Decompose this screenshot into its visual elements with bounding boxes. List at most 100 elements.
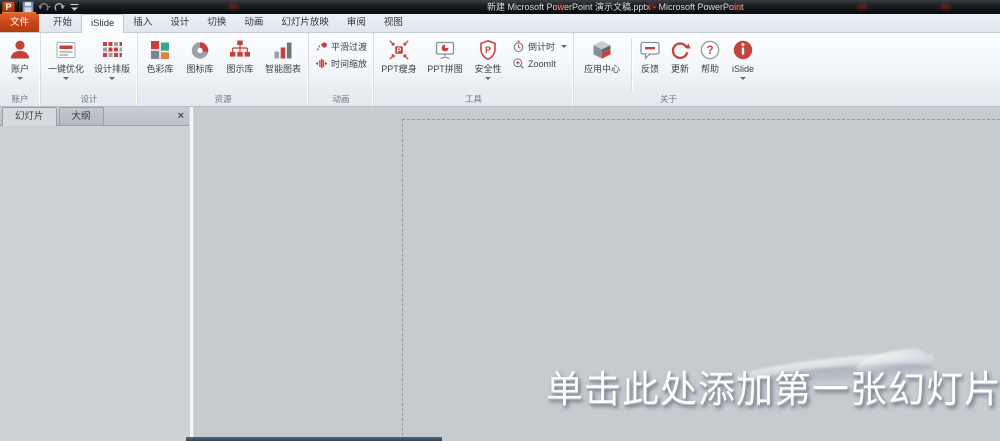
tab-islide[interactable]: iSlide — [81, 14, 125, 33]
tab-slideshow[interactable]: 幻灯片放映 — [272, 14, 338, 32]
user-icon — [8, 38, 32, 62]
button-label: 色彩库 — [146, 64, 174, 74]
panel-tab-bar: 幻灯片 大纲 × — [0, 107, 189, 126]
button-label: ZoomIt — [528, 58, 557, 69]
undo-button[interactable] — [37, 1, 51, 13]
smart-chart-icon — [271, 38, 295, 62]
ribbon-group-resources: 色彩库 图标库 图示库 智能图表 资源 — [137, 33, 308, 106]
redo-button[interactable] — [54, 1, 66, 13]
glass-artifact — [858, 3, 867, 10]
zoomit-button[interactable]: ZoomIt — [512, 57, 556, 70]
update-refresh-icon — [668, 38, 692, 62]
design-layout-icon — [100, 38, 124, 62]
tab-transitions[interactable]: 切换 — [198, 14, 235, 32]
security-shield-icon: P — [476, 38, 500, 62]
button-label: PPT瘦身 — [381, 64, 417, 74]
group-label-about: 关于 — [660, 94, 678, 104]
button-label: 一键优化 — [47, 64, 84, 74]
titlebar: P 新建 Microsoft PowerPoint 演示文稿.pptx - Mi… — [0, 0, 1000, 14]
countdown-clock-icon — [512, 40, 525, 53]
security-button[interactable]: P 安全性 — [468, 35, 508, 80]
diagram-library-icon — [228, 38, 252, 62]
group-inner-separator — [631, 38, 633, 91]
ribbon: 账户 账户 一键优化 设计排版 设计 色彩库 图标库 图示库 智能图表 资源 平… — [0, 33, 1000, 107]
app-center-button[interactable]: 应用中心 — [576, 35, 628, 75]
tab-file[interactable]: 文件 — [0, 14, 40, 32]
icon-library-button[interactable]: 图标库 — [180, 35, 220, 75]
glass-artifact — [556, 3, 565, 10]
svg-text:P: P — [397, 47, 402, 54]
dropdown-caret-icon — [485, 77, 492, 80]
panel-tab-outline[interactable]: 大纲 — [58, 107, 104, 125]
taskbar-sliver — [186, 437, 442, 441]
ribbon-group-design: 一键优化 设计排版 设计 — [40, 33, 137, 106]
tab-review[interactable]: 审阅 — [338, 14, 375, 32]
dropdown-caret-icon — [740, 77, 747, 80]
design-layout-button[interactable]: 设计排版 — [89, 35, 135, 80]
placeholder-border-top — [402, 119, 1000, 120]
account-button[interactable]: 账户 — [2, 35, 38, 80]
zoomit-icon — [512, 57, 525, 70]
glass-artifact — [648, 3, 657, 10]
islide-button[interactable]: iSlide — [725, 35, 761, 80]
time-zoom-button[interactable]: 时间缩放 — [315, 57, 367, 70]
group-label-design: 设计 — [80, 94, 98, 104]
powerpoint-window: P 新建 Microsoft PowerPoint 演示文稿.pptx - Mi… — [0, 0, 1000, 441]
update-button[interactable]: 更新 — [665, 35, 695, 75]
ribbon-group-about: 应用中心 反馈 更新 ? 帮助 iSlide 关于 — [573, 33, 763, 106]
smooth-transition-button[interactable]: 平滑过渡 — [315, 40, 367, 53]
glass-artifact — [733, 3, 742, 10]
smart-chart-button[interactable]: 智能图表 — [260, 35, 306, 75]
islide-logo-icon — [731, 38, 755, 62]
tab-insert[interactable]: 插入 — [124, 14, 161, 32]
help-button[interactable]: ? 帮助 — [695, 35, 725, 75]
dropdown-caret-icon — [109, 77, 115, 80]
tab-animations[interactable]: 动画 — [235, 14, 272, 32]
feedback-button[interactable]: 反馈 — [635, 35, 665, 75]
button-label: 倒计时 — [528, 42, 556, 52]
ppt-slim-icon: P — [387, 38, 411, 62]
glass-artifact — [229, 3, 238, 10]
tab-view[interactable]: 视图 — [375, 14, 412, 32]
panel-tab-slides[interactable]: 幻灯片 — [2, 107, 57, 126]
customize-quick-access-icon[interactable] — [69, 1, 80, 13]
svg-text:P: P — [485, 45, 491, 55]
button-label: 图示库 — [226, 64, 254, 74]
diagram-library-button[interactable]: 图示库 — [220, 35, 260, 75]
tab-design[interactable]: 设计 — [161, 14, 198, 32]
help-question-icon: ? — [698, 38, 722, 62]
slides-outline-panel: 幻灯片 大纲 × — [0, 107, 189, 441]
slide-editing-area[interactable]: 单击此处添加第一张幻灯片 — [194, 107, 1000, 441]
color-library-icon — [148, 38, 172, 62]
slide-placeholder-text[interactable]: 单击此处添加第一张幻灯片 — [546, 359, 1000, 413]
svg-text:?: ? — [707, 45, 714, 57]
group-label-account: 账户 — [11, 94, 29, 104]
button-label: 反馈 — [641, 64, 660, 74]
workspace: 幻灯片 大纲 × 单击此处添加第一张幻灯片 — [0, 107, 1000, 441]
countdown-button[interactable]: 倒计时 — [512, 40, 568, 53]
ribbon-tab-bar: 文件 开始 iSlide 插入 设计 切换 动画 幻灯片放映 审阅 视图 — [0, 14, 1000, 33]
feedback-bubble-icon — [638, 38, 662, 62]
button-label: 更新 — [671, 64, 690, 74]
button-label: 安全性 — [474, 64, 502, 74]
one-key-optimize-button[interactable]: 一键优化 — [43, 35, 89, 80]
tab-home[interactable]: 开始 — [44, 14, 81, 32]
placeholder-border-left — [402, 119, 403, 441]
dropdown-caret-icon — [561, 44, 568, 48]
color-library-button[interactable]: 色彩库 — [140, 35, 180, 75]
one-key-optimize-icon — [54, 38, 78, 62]
time-zoom-icon — [315, 57, 328, 70]
app-center-cube-icon — [590, 38, 614, 62]
qat-separator — [18, 2, 19, 12]
button-label: 帮助 — [701, 64, 720, 74]
dropdown-caret-icon — [17, 77, 23, 80]
window-title: 新建 Microsoft PowerPoint 演示文稿.pptx - Micr… — [487, 2, 744, 12]
ppt-slim-button[interactable]: P PPT瘦身 — [376, 35, 422, 75]
ppt-puzzle-button[interactable]: PPT拼图 — [422, 35, 468, 75]
button-label: 账户 — [10, 64, 29, 74]
icon-library-icon — [188, 38, 212, 62]
group-label-tools: 工具 — [465, 94, 483, 104]
button-label: 时间缩放 — [331, 59, 368, 69]
button-label: 设计排版 — [93, 64, 130, 74]
close-panel-button[interactable]: × — [178, 108, 184, 125]
